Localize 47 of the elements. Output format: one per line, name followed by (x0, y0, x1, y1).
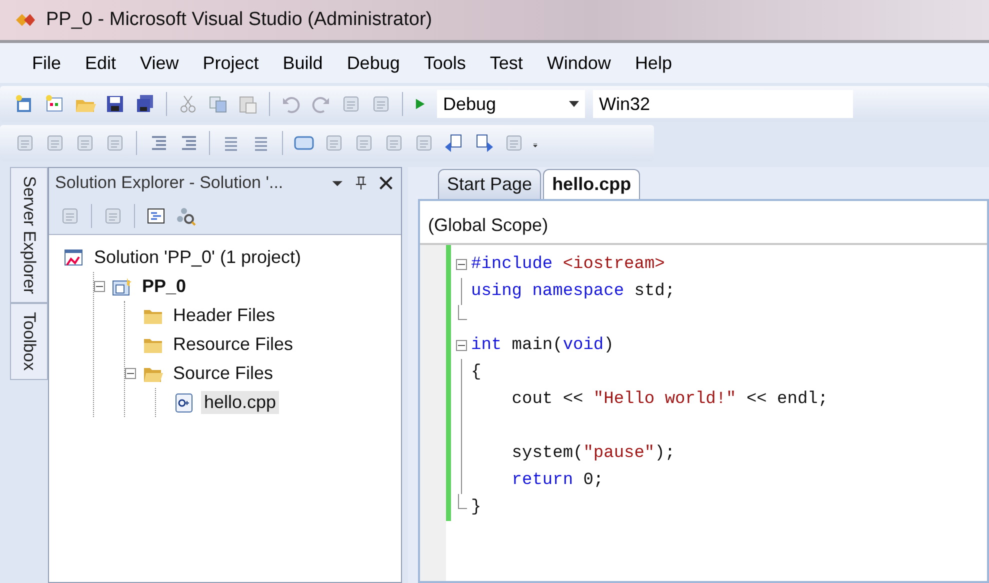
code-line: cout << "Hello world!" << endl; (510, 390, 828, 409)
configuration-dropdown[interactable]: Debug (437, 90, 585, 118)
cpp-file-icon (173, 392, 195, 414)
caret-icon (569, 101, 579, 107)
project-icon (111, 276, 133, 298)
tree-item[interactable]: hello.cpp (201, 391, 280, 414)
code-line: int main(void) (471, 336, 614, 355)
document-tab[interactable]: hello.cpp (543, 169, 640, 199)
side-tab[interactable]: Server Explorer (10, 167, 48, 304)
save-all-icon[interactable] (134, 93, 156, 115)
save-icon[interactable] (104, 93, 126, 115)
menu-item[interactable]: View (128, 52, 191, 74)
tree-item[interactable]: PP_0 (139, 275, 190, 298)
menu-item[interactable]: Test (478, 52, 535, 74)
tree-item[interactable]: Resource Files (170, 333, 296, 356)
code-line: { (471, 363, 482, 382)
fold-end-marker (458, 494, 467, 509)
menu-item[interactable]: Edit (73, 52, 128, 74)
collapse-toggle[interactable] (94, 281, 105, 292)
platform-dropdown[interactable]: Win32 (593, 90, 853, 118)
scope-dropdown[interactable]: (Global Scope) (420, 207, 987, 245)
code-line: system("pause"); (510, 444, 676, 463)
code-line: #include <iostream> (471, 255, 665, 274)
menu-item[interactable]: Build (270, 52, 335, 74)
code-line: return 0; (510, 471, 604, 490)
menu-item[interactable]: Project (190, 52, 271, 74)
class-diagram-icon[interactable] (175, 205, 197, 227)
fold-guide (460, 278, 462, 305)
tree-item[interactable]: Source Files (170, 362, 276, 385)
menu-item[interactable]: File (20, 52, 74, 74)
code-line: } (471, 498, 482, 517)
document-tab[interactable]: Start Page (438, 169, 542, 199)
tree-item[interactable]: Header Files (170, 304, 278, 327)
tree-item[interactable]: Solution 'PP_0' (1 project) (91, 246, 304, 269)
panel-title: Solution Explorer - Solution '... (55, 173, 284, 193)
menu-item[interactable]: Debug (334, 52, 412, 74)
side-tab[interactable]: Toolbox (10, 303, 48, 380)
menu-item[interactable]: Help (622, 52, 684, 74)
collapse-toggle[interactable] (125, 368, 136, 379)
fold-end-marker (458, 305, 467, 320)
fold-toggle[interactable] (456, 259, 466, 270)
menu-item[interactable]: Window (534, 52, 623, 74)
fold-toggle[interactable] (456, 340, 466, 351)
menu-item[interactable]: Tools (412, 52, 478, 74)
code-line: using namespace std; (471, 282, 676, 301)
window-title: PP_0 - Microsoft Visual Studio (Administrator) (46, 9, 432, 31)
solution-icon (63, 246, 85, 268)
